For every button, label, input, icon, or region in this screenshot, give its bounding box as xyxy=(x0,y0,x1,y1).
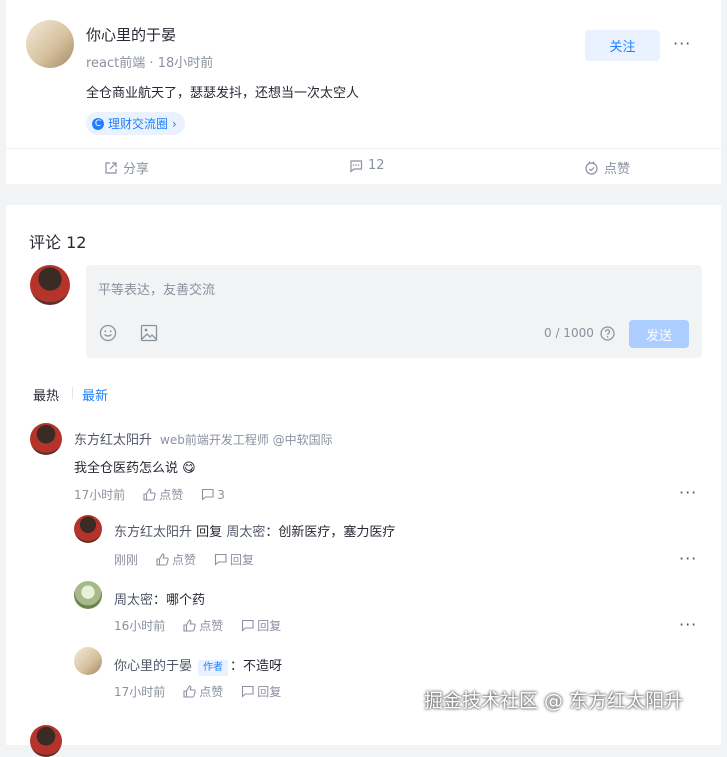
reply-avatar[interactable] xyxy=(74,581,102,609)
sort-hot[interactable]: 最热 xyxy=(33,385,59,404)
post-card: 你心里的于晏 react前端 · 18小时前 关注 ··· 全仓商业航天了，瑟瑟… xyxy=(6,0,721,184)
reply-content: ：哪个药 xyxy=(153,593,206,608)
comment-icon xyxy=(350,159,363,173)
comment-button[interactable]: 12 xyxy=(349,158,385,173)
reply-line: 东方红太阳升 回复 周太密：创新医疗，塞力医疗 xyxy=(114,521,395,540)
reply-reply-label: 回复 xyxy=(257,685,282,699)
comment-icon xyxy=(202,488,214,501)
like-icon xyxy=(585,161,598,175)
reply-author[interactable]: 东方红太阳升 xyxy=(114,525,192,540)
reply-author[interactable]: 周太密 xyxy=(114,593,153,608)
reply-actions: 16小时前 点赞 回复 xyxy=(114,617,281,634)
reply-avatar[interactable] xyxy=(74,515,102,543)
reply-more-icon[interactable]: ··· xyxy=(679,615,697,634)
like-label: 点赞 xyxy=(604,162,631,177)
comment-like-button[interactable]: 点赞 xyxy=(143,486,183,503)
reply-reply-button[interactable]: 回复 xyxy=(241,617,281,634)
comment-content: 我全仓医药怎么说 😋 xyxy=(74,461,196,476)
reply-content: ：创新医疗，塞力医疗 xyxy=(265,525,396,540)
comment-count: 12 xyxy=(368,158,385,173)
comment-more-icon[interactable]: ··· xyxy=(679,483,697,502)
watermark: 掘金技术社区 @ 东方红太阳升 xyxy=(424,690,684,712)
reply-like-label: 点赞 xyxy=(199,685,224,699)
more-icon[interactable]: ··· xyxy=(673,34,691,53)
reply-reply-button[interactable]: 回复 xyxy=(214,551,254,568)
comment-avatar[interactable] xyxy=(30,423,62,455)
reply-author[interactable]: 你心里的于晏 xyxy=(114,659,192,674)
share-icon xyxy=(105,161,117,174)
emoji-icon[interactable] xyxy=(99,324,117,342)
thumb-up-icon xyxy=(143,488,156,501)
author-meta: react前端 · 18小时前 xyxy=(86,52,213,71)
comment-author-title: web前端开发工程师 @中软国际 xyxy=(160,433,333,447)
next-comment-avatar[interactable] xyxy=(30,725,62,757)
comment-time: 17小时前 xyxy=(74,488,126,502)
comment-input-placeholder: 平等表达，友善交流 xyxy=(98,283,216,298)
author-avatar[interactable] xyxy=(26,20,74,68)
reply-content: ：不造呀 xyxy=(230,659,283,674)
post-time: 18小时前 xyxy=(157,56,214,71)
image-icon[interactable] xyxy=(140,324,158,342)
comment-author[interactable]: 东方红太阳升 xyxy=(74,429,152,448)
reply-line: 周太密：哪个药 xyxy=(114,589,205,608)
send-button[interactable]: 发送 xyxy=(629,320,689,348)
author-name[interactable]: 你心里的于晏 xyxy=(86,24,176,45)
comments-card: 评论 12 平等表达，友善交流 0 / 1000 发送 最热 最新 东方红太阳升… xyxy=(6,205,721,757)
reply-like-button[interactable]: 点赞 xyxy=(183,617,223,634)
reply-avatar[interactable] xyxy=(74,647,102,675)
thumb-up-icon xyxy=(156,553,169,566)
circle-icon: C xyxy=(92,117,104,130)
reply-reply-button[interactable]: 回复 xyxy=(241,683,281,700)
circle-tag-label: 理财交流圈 xyxy=(108,117,169,131)
follow-button[interactable]: 关注 xyxy=(585,30,660,61)
post-divider xyxy=(6,148,721,149)
reply-like-button[interactable]: 点赞 xyxy=(156,551,196,568)
reply-like-label: 点赞 xyxy=(172,553,197,567)
comments-title: 评论 12 xyxy=(29,233,87,252)
reply-actions: 17小时前 点赞 回复 xyxy=(114,683,281,700)
reply-target[interactable]: 周太密 xyxy=(226,525,265,540)
comment-like-label: 点赞 xyxy=(159,488,184,502)
chevron-right-icon: › xyxy=(172,116,177,131)
like-button[interactable]: 点赞 xyxy=(584,158,630,177)
comment-icon xyxy=(242,619,254,632)
help-icon[interactable] xyxy=(600,326,615,341)
reply-time: 17小时前 xyxy=(114,685,166,699)
reply-time: 16小时前 xyxy=(114,619,166,633)
reply-actions: 刚刚 点赞 回复 xyxy=(114,551,254,568)
thumb-up-icon xyxy=(183,685,196,698)
author-title: react前端 xyxy=(86,56,146,71)
comment-actions: 17小时前 点赞 3 xyxy=(74,486,225,503)
meta-separator: · xyxy=(149,56,158,71)
reply-reply-label: 回复 xyxy=(257,619,282,633)
reply-reply-label: 回复 xyxy=(230,553,255,567)
current-user-avatar xyxy=(30,265,70,305)
comment-input[interactable]: 平等表达，友善交流 0 / 1000 发送 xyxy=(86,265,702,358)
share-button[interactable]: 分享 xyxy=(104,158,149,177)
reply-like-label: 点赞 xyxy=(199,619,224,633)
reply-like-button[interactable]: 点赞 xyxy=(183,683,223,700)
comment-icon xyxy=(214,553,227,566)
comment-reply-button[interactable]: 3 xyxy=(201,488,225,502)
reply-more-icon[interactable]: ··· xyxy=(679,549,697,568)
char-count: 0 / 1000 xyxy=(544,326,594,340)
reply-word: 回复 xyxy=(196,525,223,540)
sort-new[interactable]: 最新 xyxy=(82,385,108,404)
reply-line: 你心里的于晏 作者 ：不造呀 xyxy=(114,655,282,676)
author-badge: 作者 xyxy=(198,660,229,676)
thumb-up-icon xyxy=(183,619,196,632)
comment-reply-count: 3 xyxy=(217,487,225,502)
share-label: 分享 xyxy=(123,162,150,177)
reply-time: 刚刚 xyxy=(114,553,139,567)
post-content: 全仓商业航天了，瑟瑟发抖，还想当一次太空人 xyxy=(86,86,360,101)
comment-icon xyxy=(242,685,254,698)
comment-header: 东方红太阳升 web前端开发工程师 @中软国际 xyxy=(74,429,333,448)
sort-divider xyxy=(72,387,73,399)
circle-tag[interactable]: C 理财交流圈 › xyxy=(86,112,185,135)
